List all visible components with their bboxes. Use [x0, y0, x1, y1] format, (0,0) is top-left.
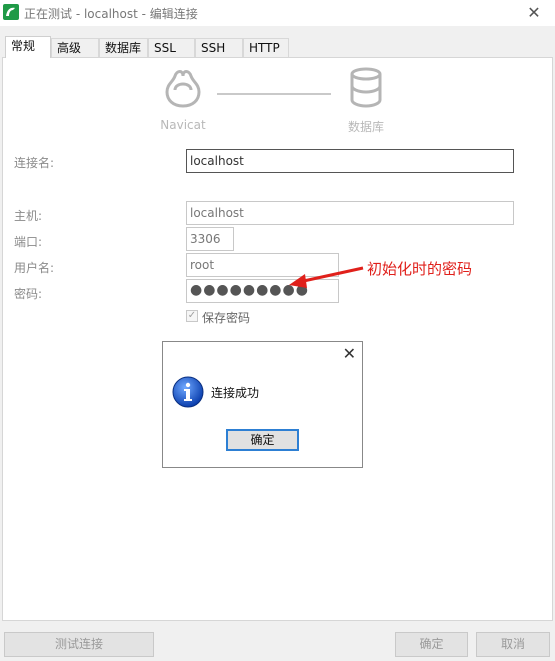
- dialog-body: 连接成功 确定: [163, 366, 362, 467]
- connection-name-label: 连接名:: [14, 156, 55, 170]
- connection-name-input[interactable]: localhost: [186, 149, 514, 173]
- general-tab-panel: [2, 57, 553, 621]
- password-label: 密码:: [14, 287, 43, 301]
- tab-advanced[interactable]: 高级: [51, 38, 99, 57]
- ok-button[interactable]: 确定: [395, 632, 468, 657]
- tab-general[interactable]: 常规: [5, 36, 51, 58]
- host-input[interactable]: localhost: [186, 201, 514, 225]
- dialog-titlebar: ✕: [163, 342, 362, 366]
- tab-http[interactable]: HTTP: [243, 38, 289, 57]
- database-label: 数据库: [347, 120, 384, 134]
- test-connection-button[interactable]: 测试连接: [4, 632, 154, 657]
- navicat-app-icon: [3, 4, 19, 20]
- save-password-checkbox[interactable]: ✓: [186, 310, 198, 322]
- connection-success-dialog: ✕ 连接成功 确定: [162, 341, 363, 468]
- dialog-close-icon[interactable]: ✕: [343, 343, 356, 365]
- window-title: 正在测试 - localhost - 编辑连接: [24, 7, 198, 21]
- database-icon: [350, 67, 382, 108]
- dialog-ok-button[interactable]: 确定: [226, 429, 299, 451]
- connection-line: [217, 93, 331, 95]
- window-close-icon[interactable]: ✕: [521, 1, 547, 25]
- cancel-button[interactable]: 取消: [476, 632, 550, 657]
- save-password-label: 保存密码: [202, 311, 251, 325]
- navicat-icon: [165, 70, 201, 108]
- tab-ssl[interactable]: SSL: [148, 38, 195, 57]
- port-label: 端口:: [14, 235, 43, 249]
- database-logo: 数据库: [344, 66, 388, 134]
- info-icon: [172, 376, 204, 408]
- tab-database[interactable]: 数据库: [99, 38, 148, 57]
- window-titlebar: 正在测试 - localhost - 编辑连接 ✕: [0, 0, 555, 26]
- tab-bar: 常规 高级 数据库 SSL SSH HTTP: [0, 36, 555, 58]
- annotation-text: 初始化时的密码: [367, 260, 473, 278]
- tab-ssh[interactable]: SSH: [195, 38, 243, 57]
- navicat-label: Navicat: [160, 118, 206, 132]
- username-label: 用户名:: [14, 261, 55, 275]
- dialog-message: 连接成功: [211, 386, 260, 400]
- host-label: 主机:: [14, 209, 43, 223]
- annotation-arrow-icon: [289, 266, 364, 288]
- port-input[interactable]: 3306: [186, 227, 234, 251]
- navicat-logo: Navicat: [158, 66, 208, 132]
